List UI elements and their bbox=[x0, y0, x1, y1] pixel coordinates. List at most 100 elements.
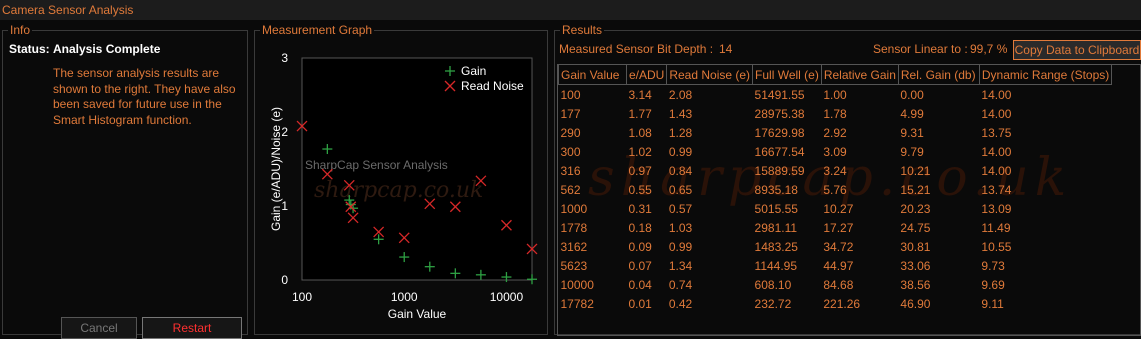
table-cell: 16677.54 bbox=[754, 144, 805, 159]
cancel-button[interactable]: Cancel bbox=[61, 317, 137, 339]
table-cell: 13.09 bbox=[981, 201, 1012, 216]
table-cell: 15.21 bbox=[900, 182, 931, 197]
table-row[interactable]: 562 0.55 0.65 8935.18 5.76 15.21 13.74 bbox=[559, 180, 1112, 199]
window-title: Camera Sensor Analysis bbox=[0, 0, 1141, 20]
table-cell: 5015.55 bbox=[754, 201, 798, 216]
table-cell: 5623 bbox=[560, 258, 588, 273]
table-cell: 562 bbox=[560, 182, 581, 197]
table-cell: 84.68 bbox=[823, 277, 854, 292]
table-cell: 13.74 bbox=[981, 182, 1012, 197]
x-tick-label: 1000 bbox=[391, 290, 418, 304]
table-cell: 10000 bbox=[560, 277, 594, 292]
table-cell: 0.57 bbox=[668, 201, 693, 216]
table-cell: 1778 bbox=[560, 220, 588, 235]
table-row[interactable]: 3162 0.09 0.99 1483.25 34.72 30.81 10.55 bbox=[559, 237, 1112, 256]
table-row[interactable]: 1778 0.18 1.03 2981.11 17.27 24.75 11.49 bbox=[559, 218, 1112, 237]
table-cell: 13.75 bbox=[981, 125, 1012, 140]
table-cell: 3.09 bbox=[823, 144, 847, 159]
table-cell: 316 bbox=[560, 163, 581, 178]
table-row[interactable]: 1000 0.31 0.57 5015.55 10.27 20.23 13.09 bbox=[559, 199, 1112, 218]
table-cell: 232.72 bbox=[754, 296, 792, 311]
table-cell: 1.00 bbox=[823, 87, 847, 102]
info-message: The sensor analysis results are shown to… bbox=[53, 66, 239, 128]
table-cell: 0.01 bbox=[628, 296, 652, 311]
table-cell: 4.99 bbox=[900, 106, 924, 121]
column-header[interactable]: Read Noise (e) bbox=[666, 65, 754, 85]
y-axis-label: Gain (e/ADU)/Noise (e) bbox=[269, 107, 283, 231]
table-row[interactable]: 300 1.02 0.99 16677.54 3.09 9.79 14.00 bbox=[559, 142, 1112, 161]
measurement-graph-panel: Measurement Graph SharpCap Sensor Analys… bbox=[254, 23, 548, 335]
table-cell: 608.10 bbox=[754, 277, 792, 292]
column-header[interactable]: Rel. Gain (db) bbox=[897, 65, 980, 85]
table-cell: 0.74 bbox=[668, 277, 693, 292]
info-message-line: Smart Histogram function. bbox=[53, 112, 192, 127]
table-cell: 0.84 bbox=[668, 163, 693, 178]
table-cell: 1.34 bbox=[668, 258, 693, 273]
table-cell: 0.55 bbox=[628, 182, 652, 197]
y-tick-label: 0 bbox=[281, 273, 288, 287]
table-cell: 9.79 bbox=[900, 144, 924, 159]
table-row[interactable]: 5623 0.07 1.34 1144.95 44.97 33.06 9.73 bbox=[559, 256, 1112, 275]
table-cell: 51491.55 bbox=[754, 87, 805, 102]
table-cell: 9.73 bbox=[981, 258, 1005, 273]
table-row[interactable]: 316 0.97 0.84 15889.59 3.24 10.21 14.00 bbox=[559, 161, 1112, 180]
table-cell: 14.00 bbox=[981, 87, 1012, 102]
linear-label: Sensor Linear to : bbox=[873, 42, 968, 56]
table-cell: 33.06 bbox=[900, 258, 931, 273]
table-cell: 17629.98 bbox=[754, 125, 805, 140]
linear-value: 99,7 % bbox=[970, 42, 1008, 56]
x-axis-label: Gain Value bbox=[388, 307, 447, 321]
table-cell: 14.00 bbox=[981, 106, 1012, 121]
table-row[interactable]: 177 1.77 1.43 28975.38 1.78 4.99 14.00 bbox=[559, 104, 1112, 123]
table-cell: 34.72 bbox=[823, 239, 854, 254]
table-cell: 1.78 bbox=[823, 106, 847, 121]
table-cell: 0.18 bbox=[628, 220, 652, 235]
column-header[interactable]: e/ADU bbox=[625, 65, 668, 85]
restart-button[interactable]: Restart bbox=[142, 317, 242, 339]
table-cell: 290 bbox=[560, 125, 581, 140]
column-header[interactable]: Relative Gain bbox=[820, 65, 899, 85]
table-cell: 100 bbox=[560, 87, 581, 102]
table-row[interactable]: 17782 0.01 0.42 232.72 221.26 46.90 9.11 bbox=[559, 294, 1112, 313]
table-cell: 10.27 bbox=[823, 201, 854, 216]
table-cell: 17782 bbox=[560, 296, 594, 311]
table-cell: 46.90 bbox=[900, 296, 931, 311]
table-cell: 2981.11 bbox=[754, 220, 798, 235]
table-cell: 14.00 bbox=[981, 163, 1012, 178]
table-cell: 0.99 bbox=[668, 239, 693, 254]
table-cell: 1.08 bbox=[628, 125, 652, 140]
table-cell: 44.97 bbox=[823, 258, 854, 273]
table-cell: 0.31 bbox=[628, 201, 652, 216]
table-cell: 0.07 bbox=[628, 258, 652, 273]
results-table-container[interactable]: sharpcap.co.uk Gain Value e/ADU Read Noise… bbox=[557, 64, 1141, 336]
table-cell: 177 bbox=[560, 106, 581, 121]
table-row[interactable]: 290 1.08 1.28 17629.98 2.92 9.31 13.75 bbox=[559, 123, 1112, 142]
table-cell: 3.24 bbox=[823, 163, 847, 178]
results-panel: Results Measured Sensor Bit Depth : 14 S… bbox=[554, 23, 1141, 336]
table-cell: 1.77 bbox=[628, 106, 652, 121]
info-message-line: The sensor analysis results are bbox=[53, 66, 220, 80]
measurement-chart: SharpCap Sensor Analysissharpcap.co.uk01… bbox=[269, 51, 538, 321]
table-cell: 1.43 bbox=[668, 106, 693, 121]
column-header[interactable]: Dynamic Range (Stops) bbox=[978, 65, 1113, 85]
info-panel-title: Info bbox=[8, 23, 33, 37]
info-message-line: shown to the right. They have also bbox=[53, 81, 236, 96]
column-header[interactable]: Gain Value bbox=[558, 65, 627, 85]
legend-label-read-noise: Read Noise bbox=[461, 79, 524, 93]
chart-watermark-url: sharpcap.co.uk bbox=[314, 178, 483, 203]
table-cell: 9.31 bbox=[900, 125, 924, 140]
table-cell: 3.14 bbox=[628, 87, 652, 102]
copy-to-clipboard-button[interactable]: Copy Data to Clipboard bbox=[1013, 40, 1141, 60]
table-cell: 0.97 bbox=[628, 163, 652, 178]
table-row[interactable]: 100 3.14 2.08 51491.55 1.00 0.00 14.00 bbox=[559, 85, 1112, 105]
table-cell: 15889.59 bbox=[754, 163, 805, 178]
table-cell: 8935.18 bbox=[754, 182, 798, 197]
x-tick-label: 100 bbox=[292, 290, 312, 304]
info-panel: Info Status: Analysis Complete The senso… bbox=[2, 23, 248, 339]
table-row[interactable]: 10000 0.04 0.74 608.10 84.68 38.56 9.69 bbox=[559, 275, 1112, 294]
table-header-row: Gain Value e/ADU Read Noise (e) Full Well (… bbox=[558, 65, 1113, 85]
table-cell: 9.69 bbox=[981, 277, 1005, 292]
column-header[interactable]: Full Well (e) bbox=[752, 65, 822, 85]
table-cell: 10.21 bbox=[900, 163, 931, 178]
table-cell: 1.03 bbox=[668, 220, 693, 235]
